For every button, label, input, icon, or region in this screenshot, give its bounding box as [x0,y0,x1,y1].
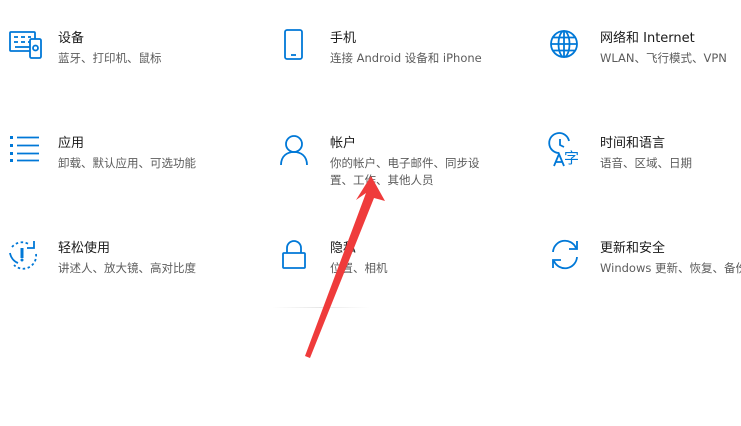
devices-icon [8,30,50,72]
apps-list-icon [8,135,50,177]
tile-description: Windows 更新、恢复、备份 [600,261,741,275]
tile-description: 讲述人、放大镜、高对比度 [58,261,196,275]
update-sync-icon [550,239,592,282]
phone-icon [280,29,322,72]
tile-title: 应用 [58,136,85,151]
lock-icon [280,240,322,282]
tile-description: 连接 Android 设备和 iPhone [330,51,482,65]
tile-title: 设备 [58,31,85,46]
account-person-icon [280,135,322,177]
tile-title: 网络和 Internet [600,31,695,46]
tile-description: 位置、相机 [330,261,388,275]
tile-title: 轻松使用 [58,241,111,256]
divider [272,307,370,308]
tile-description: WLAN、飞行模式、VPN [600,51,727,65]
network-globe-icon [550,30,592,72]
tile-description: 卸载、默认应用、可选功能 [58,156,196,170]
tile-title: 更新和安全 [600,241,666,256]
time-language-icon: 字 [548,132,592,177]
ease-of-access-icon [8,240,50,282]
tile-title: 帐户 [330,136,357,151]
tile-title: 隐私 [330,241,357,256]
svg-text:字: 字 [564,149,579,167]
tile-title: 时间和语言 [600,136,666,151]
tile-description: 语音、区域、日期 [600,156,692,170]
tile-description: 你的帐户、电子邮件、同步设置、工作、其他人员 [330,156,480,187]
tile-description: 蓝牙、打印机、鼠标 [58,51,162,65]
tile-title: 手机 [330,31,357,46]
